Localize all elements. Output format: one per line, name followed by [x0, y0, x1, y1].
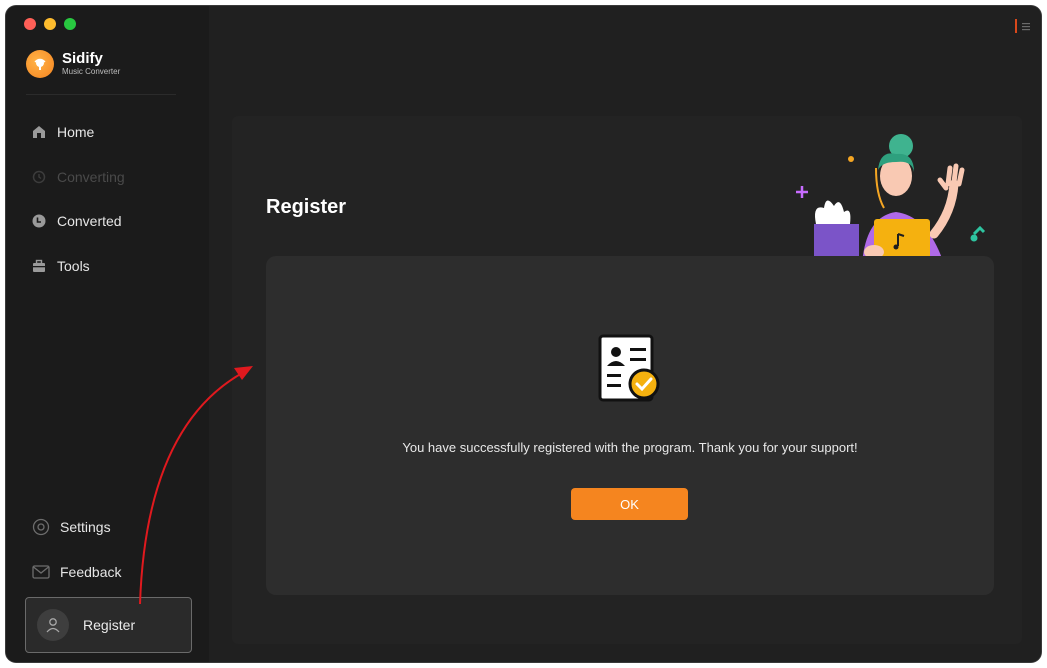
main-area: Register You have successfully registere…: [209, 6, 1041, 662]
sidebar-item-converted[interactable]: Converted: [32, 211, 122, 231]
zoom-window-button[interactable]: [64, 18, 76, 30]
minimize-window-button[interactable]: [44, 18, 56, 30]
sidebar-item-label: Feedback: [60, 564, 122, 580]
close-window-button[interactable]: [24, 18, 36, 30]
clock-icon: [32, 214, 46, 228]
success-message: You have successfully registered with th…: [402, 440, 858, 455]
sidebar-item-label: Settings: [60, 519, 111, 535]
register-label: Register: [83, 617, 136, 633]
sidebar-item-feedback[interactable]: Feedback: [32, 562, 121, 582]
menu-icon[interactable]: [1013, 16, 1033, 41]
ok-button[interactable]: OK: [571, 488, 688, 520]
registered-license-icon: [598, 334, 660, 402]
page-title: Register: [266, 196, 347, 218]
toolbox-icon: [32, 259, 46, 273]
app-window: Sidify Music Converter Home Converting C…: [6, 6, 1041, 662]
window-controls: [24, 18, 76, 30]
app-subtitle: Music Converter: [62, 67, 121, 76]
sidebar-divider: [26, 94, 176, 95]
mail-icon: [32, 563, 50, 581]
register-success-dialog: You have successfully registered with th…: [266, 256, 994, 595]
sidebar-item-settings[interactable]: Settings: [32, 517, 111, 537]
sidebar-item-label: Converted: [57, 213, 122, 229]
sidebar-item-converting[interactable]: Converting: [32, 167, 125, 187]
register-button[interactable]: Register: [25, 597, 192, 653]
settings-icon: [32, 518, 50, 536]
sidebar: Sidify Music Converter Home Converting C…: [6, 6, 209, 662]
sidebar-item-home[interactable]: Home: [32, 122, 94, 142]
app-name: Sidify: [62, 50, 103, 67]
sidify-logo-icon: [26, 50, 54, 78]
sidebar-item-label: Converting: [57, 169, 125, 185]
sidebar-item-label: Home: [57, 124, 95, 140]
converting-icon: [32, 170, 46, 184]
girl-with-laptop-illustration-icon: [796, 134, 986, 264]
user-avatar-icon: [37, 609, 69, 641]
sidebar-item-label: Tools: [57, 258, 90, 274]
sidebar-item-tools[interactable]: Tools: [32, 256, 90, 276]
home-icon: [32, 125, 46, 139]
brand: Sidify Music Converter: [26, 50, 120, 78]
